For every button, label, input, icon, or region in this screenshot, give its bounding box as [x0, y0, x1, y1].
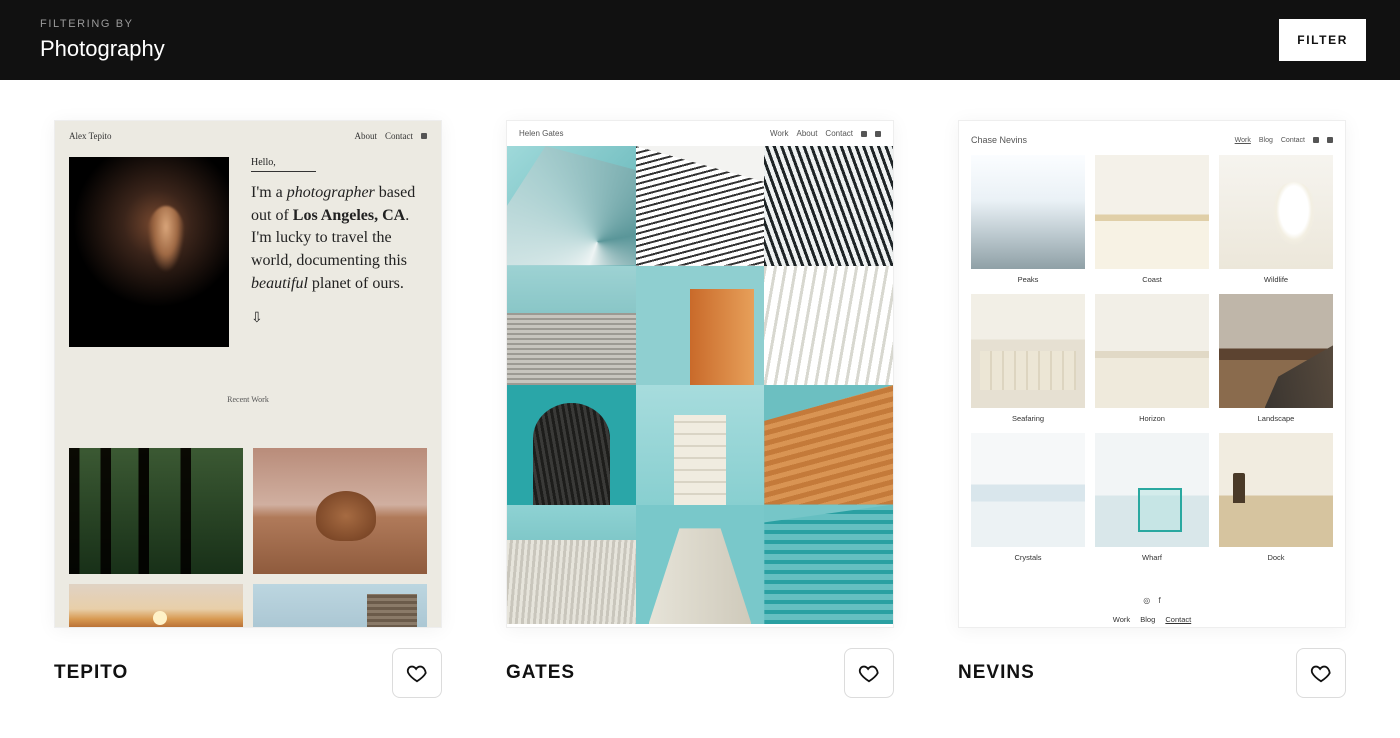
- gallery-thumb: [971, 294, 1085, 408]
- menu-icon: [421, 133, 427, 139]
- menu-icon: [875, 131, 881, 137]
- favorite-button[interactable]: [1296, 648, 1346, 698]
- gallery-thumb: [971, 155, 1085, 269]
- template-grid: Alex Tepito About Contact Hello, I'm a p…: [0, 80, 1400, 738]
- filter-button[interactable]: FILTER: [1279, 19, 1366, 61]
- filter-value: Photography: [40, 36, 165, 62]
- gallery-thumb: [1219, 294, 1333, 408]
- mini-brand: Alex Tepito: [69, 131, 111, 141]
- social-row: ◎ f: [971, 596, 1333, 605]
- gallery-thumb: [764, 266, 893, 386]
- social-icon: [1313, 137, 1319, 143]
- gallery-thumb: [636, 146, 765, 266]
- gallery-thumb: [1095, 433, 1209, 547]
- mini-nav: Helen Gates Work About Contact: [507, 121, 893, 146]
- gallery-thumb: [1095, 155, 1209, 269]
- gallery-thumb: [507, 266, 636, 386]
- mini-nav-link: Contact: [385, 131, 413, 141]
- mini-nav: Alex Tepito About Contact: [55, 121, 441, 151]
- gallery-thumb: [1095, 294, 1209, 408]
- footer-link: Work: [1113, 615, 1130, 624]
- gallery-thumb: [69, 448, 243, 574]
- facebook-icon: f: [1158, 596, 1160, 605]
- filter-bar: FILTERING BY Photography FILTER: [0, 0, 1400, 80]
- instagram-icon: ◎: [1143, 596, 1150, 605]
- template-preview-tepito[interactable]: Alex Tepito About Contact Hello, I'm a p…: [54, 120, 442, 628]
- gallery-caption: Landscape: [1219, 414, 1333, 423]
- mini-nav-link: Contact: [825, 129, 853, 138]
- gallery-thumb: [636, 266, 765, 386]
- cart-icon: [861, 131, 867, 137]
- gallery-caption: Coast: [1095, 275, 1209, 284]
- template-card-tepito: Alex Tepito About Contact Hello, I'm a p…: [54, 120, 442, 698]
- mini-brand: Helen Gates: [519, 129, 563, 138]
- heart-icon: [858, 662, 880, 684]
- tagline-text: I'm a photographer based out of Los Ange…: [251, 182, 427, 296]
- gallery-caption: Wharf: [1095, 553, 1209, 562]
- gallery-thumb: [764, 385, 893, 505]
- gallery-thumb: [69, 584, 243, 628]
- gallery-caption: Horizon: [1095, 414, 1209, 423]
- heart-icon: [406, 662, 428, 684]
- gallery-thumb: [636, 505, 765, 625]
- gallery-thumb: [764, 146, 893, 266]
- gallery-thumb: [1219, 155, 1333, 269]
- gallery-caption: Peaks: [971, 275, 1085, 284]
- mini-nav-link: Blog: [1259, 137, 1273, 144]
- mini-nav-link: Contact: [1281, 137, 1305, 144]
- footer-links: Work Blog Contact: [971, 615, 1333, 624]
- heart-icon: [1310, 662, 1332, 684]
- mini-nav-link: Work: [770, 129, 789, 138]
- gallery-caption: Dock: [1219, 553, 1333, 562]
- gallery-thumb: [507, 385, 636, 505]
- scroll-down-icon: ⇩: [251, 310, 427, 327]
- mini-nav-link: About: [797, 129, 818, 138]
- filter-label: FILTERING BY: [40, 18, 165, 30]
- gallery-thumb: [971, 433, 1085, 547]
- gallery-thumb: [253, 448, 427, 574]
- mini-nav-link: About: [355, 131, 378, 141]
- template-title: TEPITO: [54, 662, 128, 684]
- mini-nav-link: Work: [1235, 137, 1251, 144]
- search-icon: [1327, 137, 1333, 143]
- gallery-caption: Wildlife: [1219, 275, 1333, 284]
- template-card-gates: Helen Gates Work About Contact: [506, 120, 894, 698]
- favorite-button[interactable]: [844, 648, 894, 698]
- mini-brand: Chase Nevins: [971, 135, 1027, 145]
- gallery-thumb: [253, 584, 427, 628]
- gallery-caption: Crystals: [971, 553, 1085, 562]
- gallery-thumb: [507, 146, 636, 266]
- portrait-image: [69, 157, 229, 347]
- template-card-nevins: Chase Nevins Work Blog Contact Peaks Coa…: [958, 120, 1346, 698]
- footer-link: Contact: [1165, 615, 1191, 624]
- hello-label: Hello,: [251, 157, 316, 172]
- favorite-button[interactable]: [392, 648, 442, 698]
- template-preview-gates[interactable]: Helen Gates Work About Contact: [506, 120, 894, 628]
- gallery-thumb: [507, 505, 636, 625]
- gallery-thumb: [764, 505, 893, 625]
- footer-link: Blog: [1140, 615, 1155, 624]
- mini-nav: Chase Nevins Work Blog Contact: [971, 135, 1333, 155]
- gallery-thumb: [636, 385, 765, 505]
- section-label: Recent Work: [55, 395, 441, 404]
- template-preview-nevins[interactable]: Chase Nevins Work Blog Contact Peaks Coa…: [958, 120, 1346, 628]
- template-title: NEVINS: [958, 662, 1035, 684]
- gallery-caption: Seafaring: [971, 414, 1085, 423]
- gallery-thumb: [1219, 433, 1333, 547]
- template-title: GATES: [506, 662, 575, 684]
